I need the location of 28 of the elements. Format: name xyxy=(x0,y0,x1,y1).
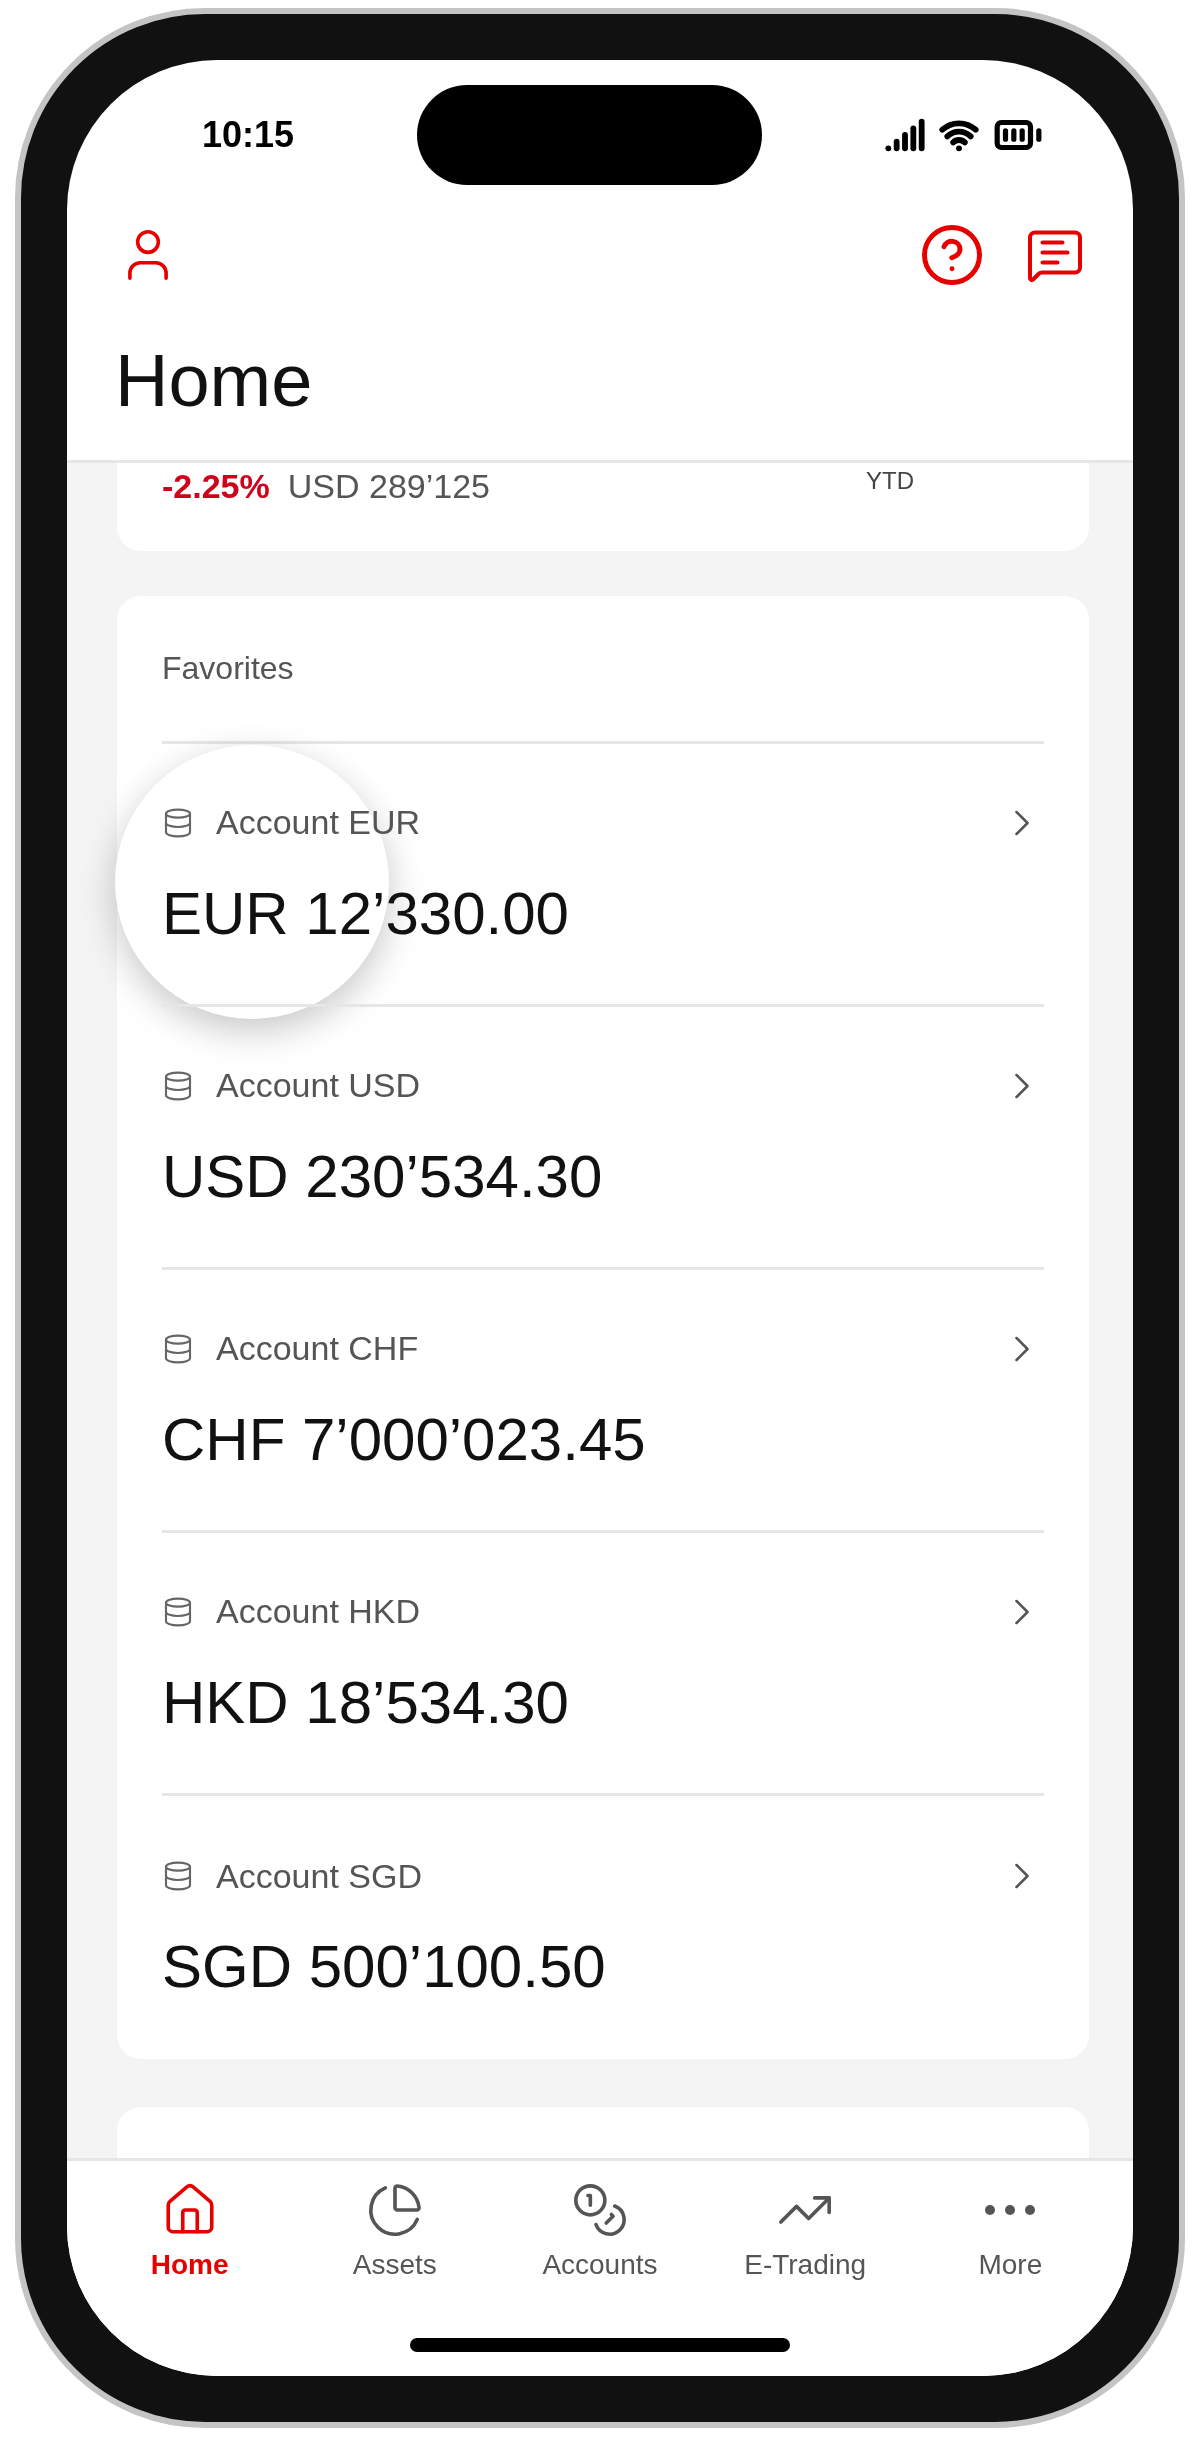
account-name: Account SGD xyxy=(216,1856,422,1896)
tab-bar-item[interactable]: Assets xyxy=(309,2181,480,2281)
account-balance: CHF 7’000’023.45 xyxy=(162,1404,647,1474)
portfolio-value: USD 289’125 xyxy=(287,467,490,506)
account-balance: USD 230’534.30 xyxy=(162,1141,604,1211)
account-balance: SGD 500’100.50 xyxy=(162,1932,607,2001)
account-name: Account EUR xyxy=(216,803,421,842)
account-name: Account HKD xyxy=(216,1592,421,1631)
section-title: Favorites xyxy=(162,596,1044,744)
tab-bar-item[interactable]: Home xyxy=(104,2181,275,2281)
tab-bar-item[interactable]: Accounts xyxy=(514,2181,685,2281)
status-time: 10:15 xyxy=(202,114,295,156)
help-icon[interactable] xyxy=(919,222,985,288)
account-name: Account CHF xyxy=(216,1329,419,1368)
performance-change: -2.25% xyxy=(162,467,270,506)
coins-stack-icon xyxy=(162,1860,194,1892)
account-balance: HKD 18’534.30 xyxy=(162,1667,570,1737)
tab-bar-item[interactable]: E-Trading xyxy=(720,2181,891,2281)
coins-stack-icon xyxy=(162,1332,194,1365)
coins-stack-icon xyxy=(162,1595,194,1628)
account-name: Account USD xyxy=(216,1066,421,1105)
period-label: YTD xyxy=(866,467,914,495)
more-icon xyxy=(985,2205,1036,2215)
coins-stack-icon xyxy=(162,1069,194,1102)
account-balance: EUR 12’330.00 xyxy=(162,878,570,948)
coins-stack-icon xyxy=(162,806,194,839)
tab-bar-item[interactable]: More xyxy=(925,2181,1096,2281)
page-title: Home xyxy=(115,337,313,423)
